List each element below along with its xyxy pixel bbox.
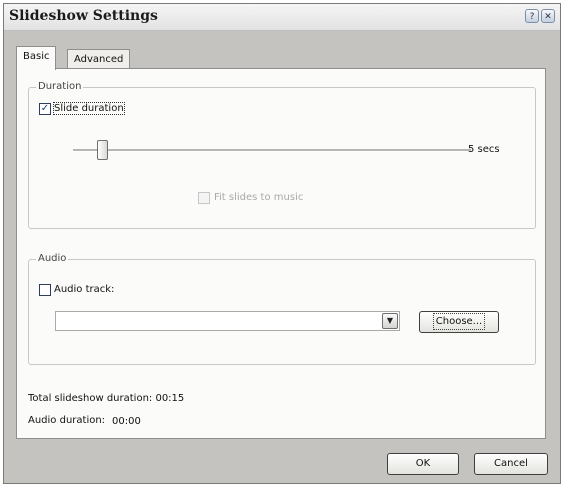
audio-group-label: Audio <box>36 253 69 264</box>
title-bar[interactable]: Slideshow Settings ? ✕ <box>4 4 560 31</box>
cancel-button[interactable]: Cancel <box>474 453 548 475</box>
check-icon: ✓ <box>40 103 50 114</box>
slide-duration-slider-thumb[interactable] <box>97 140 108 160</box>
slider-value-label: 5 secs <box>468 144 500 155</box>
slide-duration-slider-track[interactable] <box>73 149 471 152</box>
ok-button[interactable]: OK <box>387 453 459 475</box>
duration-group-label: Duration <box>36 81 84 92</box>
ok-button-label: OK <box>415 458 431 469</box>
audio-track-label: Audio track: <box>54 284 115 295</box>
fit-to-music-label: Fit slides to music <box>214 192 304 203</box>
audio-track-combobox[interactable]: ▼ <box>55 311 400 331</box>
duration-group: Duration ✓ Slide duration 5 secs Fit sli… <box>28 81 536 229</box>
slideshow-settings-dialog: Slideshow Settings ? ✕ Basic Advanced Du… <box>3 3 561 484</box>
audio-track-checkbox[interactable] <box>39 284 51 296</box>
tab-basic[interactable]: Basic <box>16 46 57 70</box>
audio-group: Audio Audio track: ▼ Choose... <box>28 253 536 365</box>
audio-duration-label: Audio duration: <box>28 415 106 426</box>
tab-basic-label: Basic <box>23 51 50 62</box>
help-icon[interactable]: ? <box>525 9 539 23</box>
slide-duration-checkbox[interactable]: ✓ <box>39 103 51 115</box>
slide-duration-label[interactable]: Slide duration <box>53 102 125 115</box>
cancel-button-label: Cancel <box>494 458 528 469</box>
total-duration-label: Total slideshow duration: 00:15 <box>28 393 185 404</box>
close-icon[interactable]: ✕ <box>541 9 555 23</box>
basic-tab-panel: Duration ✓ Slide duration 5 secs Fit sli… <box>16 68 546 439</box>
dropdown-arrow-icon[interactable]: ▼ <box>382 313 398 329</box>
audio-duration-value: 00:00 <box>112 416 141 427</box>
choose-button-label: Choose... <box>432 313 486 330</box>
choose-button[interactable]: Choose... <box>419 311 499 333</box>
window-title: Slideshow Settings <box>9 8 158 24</box>
tab-advanced-label: Advanced <box>74 54 124 65</box>
fit-to-music-checkbox[interactable] <box>198 192 210 204</box>
